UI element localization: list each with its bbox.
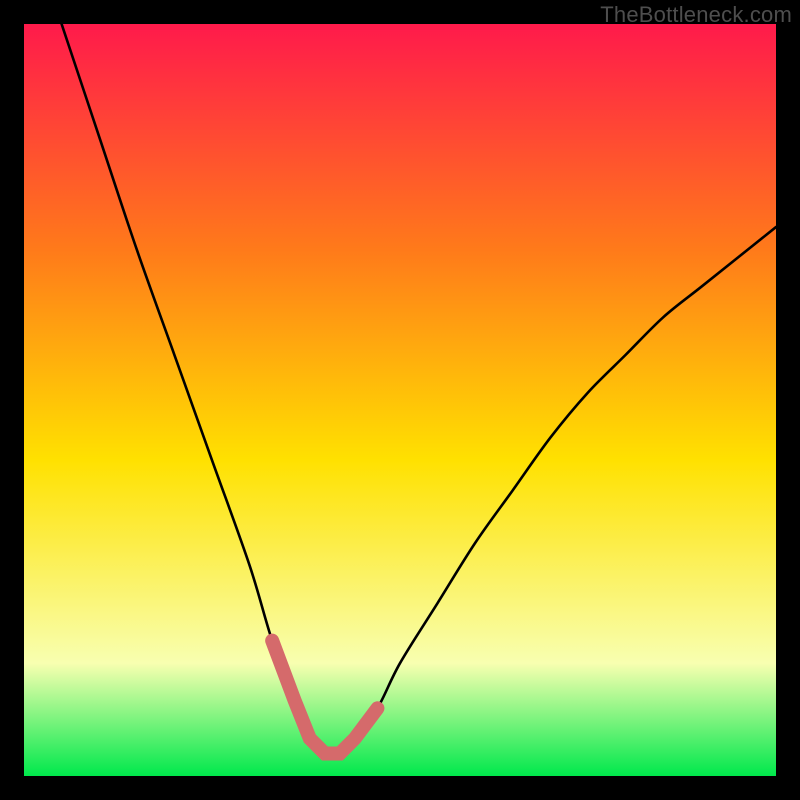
bottleneck-chart	[24, 24, 776, 776]
chart-frame	[24, 24, 776, 776]
watermark-text: TheBottleneck.com	[600, 2, 792, 28]
